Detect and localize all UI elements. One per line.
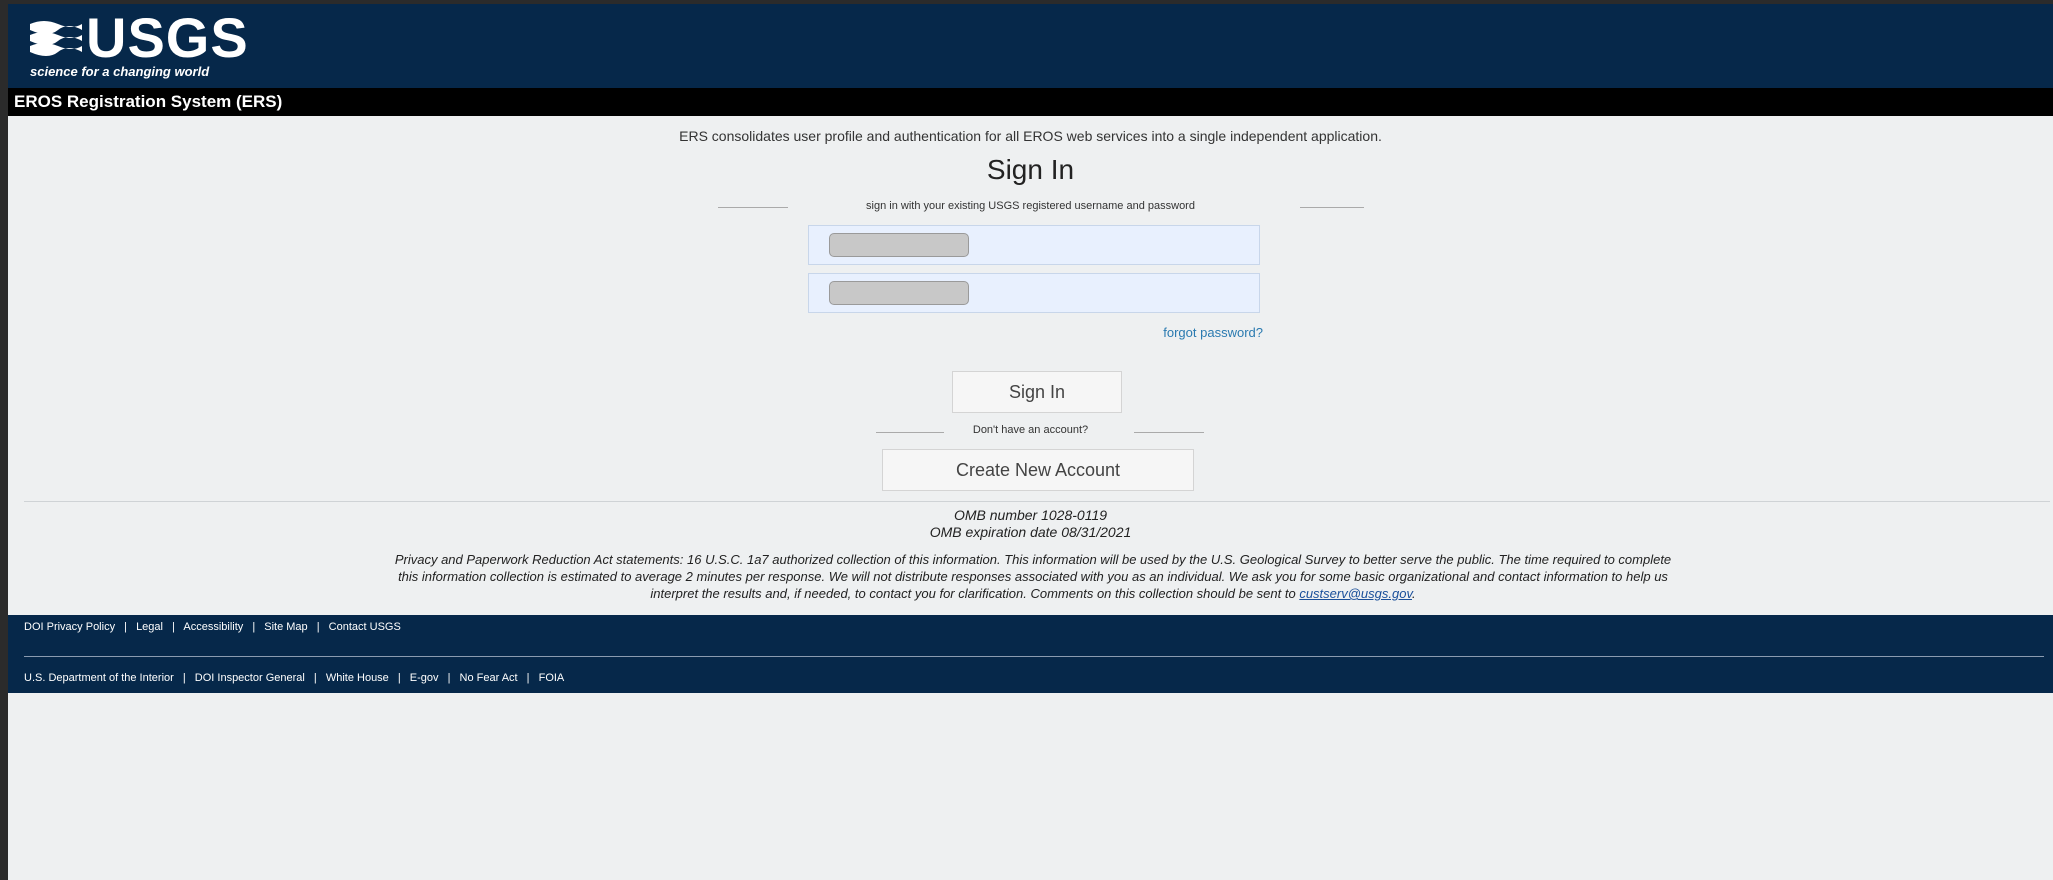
privacy-line-last: interpret the results and, if needed, to… — [18, 585, 2048, 602]
footer-divider — [24, 656, 2044, 657]
intro-text: ERS consolidates user profile and authen… — [679, 128, 1382, 144]
omb-expiration: OMB expiration date 08/31/2021 — [929, 524, 1132, 540]
privacy-statement: Privacy and Paperwork Reduction Act stat… — [18, 551, 2048, 602]
privacy-line: Privacy and Paperwork Reduction Act stat… — [394, 552, 1672, 567]
usgs-logo[interactable]: USGS science for a changing world — [28, 8, 288, 82]
no-account-text: Don't have an account? — [8, 424, 2053, 436]
page-title: Sign In — [986, 154, 1075, 185]
footer-separator: | — [316, 621, 320, 633]
footer-link-legal[interactable]: Legal — [136, 621, 163, 633]
footer-link-doi-privacy-policy[interactable]: DOI Privacy Policy — [24, 621, 115, 633]
username-input[interactable] — [829, 233, 969, 257]
footer-link-accessibility[interactable]: Accessibility — [183, 621, 243, 633]
sign-in-button[interactable]: Sign In — [952, 371, 1122, 413]
period: . — [1411, 586, 1416, 601]
omb-info: OMB number 1028-0119 OMB expiration date… — [8, 507, 2053, 541]
footer-links-primary: DOI Privacy Policy | Legal | Accessibili… — [24, 621, 401, 633]
privacy-line: interpret the results and, if needed, to… — [650, 586, 1296, 601]
app-title: EROS Registration System (ERS) — [14, 92, 283, 111]
password-input[interactable] — [829, 281, 969, 305]
footer-link-white-house[interactable]: White House — [326, 672, 389, 684]
section-divider — [24, 501, 2050, 502]
page: USGS science for a changing world EROS R… — [8, 4, 2053, 880]
signin-subtitle-text: sign in with your existing USGS register… — [856, 200, 1205, 212]
omb-number: OMB number 1028-0119 — [953, 507, 1108, 523]
footer-link-foia[interactable]: FOIA — [539, 672, 565, 684]
footer-link-no-fear-act[interactable]: No Fear Act — [460, 672, 518, 684]
footer-separator: | — [252, 621, 256, 633]
logo-text: USGS — [86, 6, 249, 69]
footer-separator: | — [313, 672, 317, 684]
footer-link-contact-usgs[interactable]: Contact USGS — [329, 621, 401, 633]
site-header: USGS science for a changing world — [8, 4, 2053, 88]
footer-separator: | — [124, 621, 127, 633]
custserv-email-link[interactable]: custserv@usgs.gov — [1299, 586, 1412, 601]
signin-subtitle: sign in with your existing USGS register… — [8, 200, 2053, 212]
footer-separator: | — [526, 672, 530, 684]
footer-link-site-map[interactable]: Site Map — [264, 621, 307, 633]
footer-link-inspector-general[interactable]: DOI Inspector General — [195, 672, 305, 684]
footer-links-secondary: U.S. Department of the Interior | DOI In… — [24, 672, 564, 684]
forgot-password-link[interactable]: forgot password? — [1163, 325, 1263, 340]
username-field-container — [808, 225, 1260, 265]
footer-separator: | — [397, 672, 401, 684]
footer-link-e-gov[interactable]: E-gov — [410, 672, 439, 684]
create-account-button[interactable]: Create New Account — [882, 449, 1194, 491]
privacy-line: this information collection is estimated… — [398, 569, 1668, 584]
footer-separator: | — [172, 621, 175, 633]
footer-separator: | — [447, 672, 451, 684]
logo-tagline: science for a changing world — [30, 64, 210, 79]
usgs-wave-icon — [30, 21, 82, 56]
no-account-label: Don't have an account? — [962, 424, 1099, 436]
site-footer: DOI Privacy Policy | Legal | Accessibili… — [8, 615, 2053, 693]
password-field-container — [808, 273, 1260, 313]
footer-link-doi[interactable]: U.S. Department of the Interior — [24, 672, 174, 684]
app-title-bar: EROS Registration System (ERS) — [8, 88, 2053, 116]
footer-separator: | — [182, 672, 186, 684]
